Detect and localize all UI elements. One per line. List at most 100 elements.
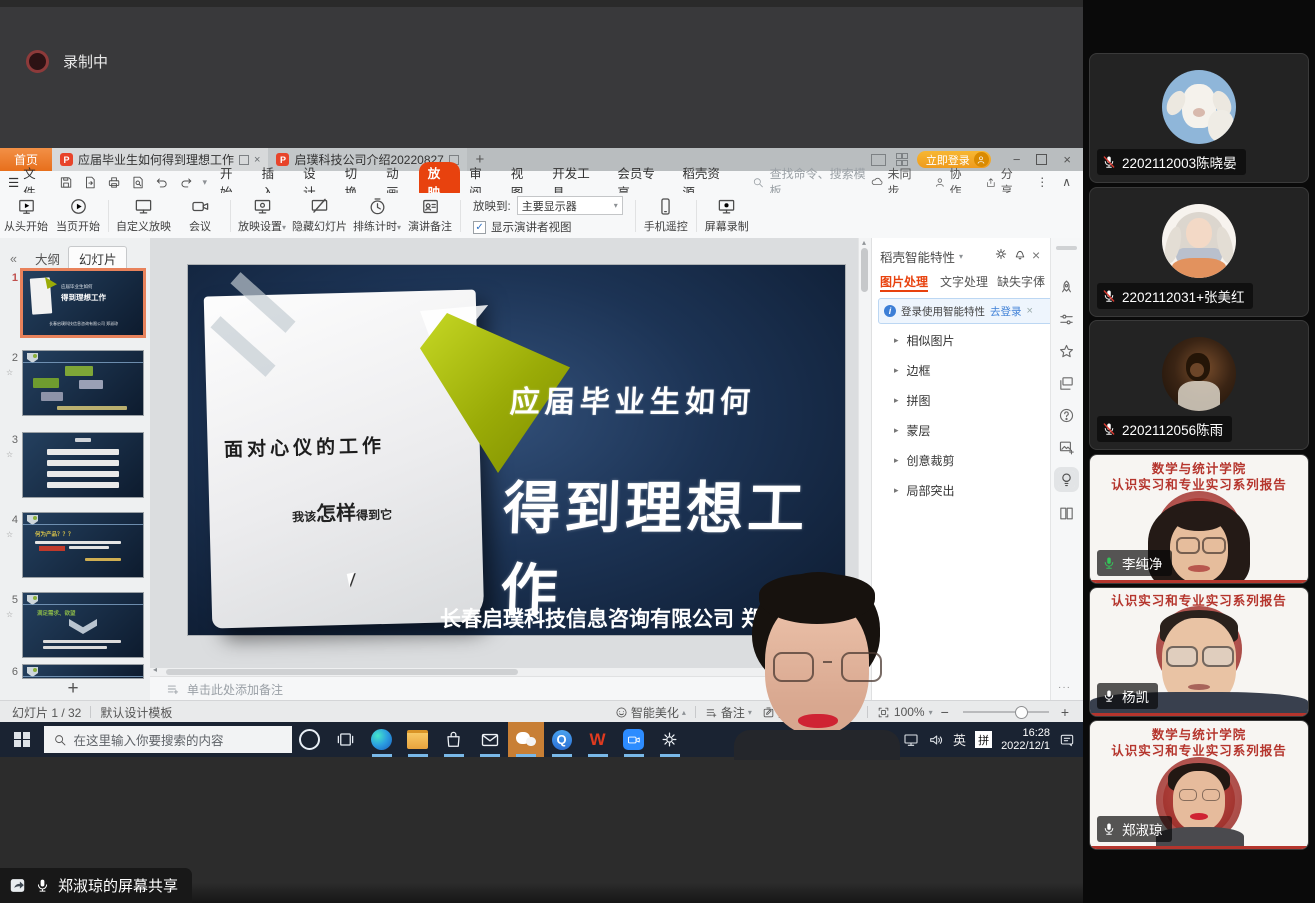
- export-icon[interactable]: [83, 175, 97, 190]
- collapse-panel-button[interactable]: «: [0, 252, 27, 266]
- presenter-view-checkbox[interactable]: ✓: [473, 221, 486, 234]
- taskbar-search-input[interactable]: 在这里输入你要搜索的内容: [44, 726, 292, 753]
- redo-icon[interactable]: [179, 175, 193, 190]
- image-edit-icon[interactable]: [1058, 439, 1075, 456]
- scroll-up-icon[interactable]: ▴: [862, 238, 866, 247]
- maximize-button[interactable]: [1036, 154, 1047, 165]
- store-bag-icon: [444, 730, 463, 749]
- taskbar-mail[interactable]: [472, 722, 508, 757]
- slide-thumbnail-5[interactable]: 满足需求、欲望: [22, 592, 144, 658]
- scroll-left-icon[interactable]: ◂: [153, 665, 157, 674]
- sliders-icon[interactable]: [1058, 311, 1075, 328]
- zoom-out-button[interactable]: −: [941, 704, 949, 720]
- layers-icon[interactable]: [1058, 375, 1075, 392]
- template-name[interactable]: 默认设计模板: [100, 704, 172, 721]
- star-icon[interactable]: [1058, 343, 1075, 360]
- zoom-in-button[interactable]: +: [1061, 704, 1069, 720]
- clock[interactable]: 16:28 2022/12/1: [1001, 727, 1050, 753]
- participant-tile-4[interactable]: 数学与统计学院 认识实习和专业实习系列报告 李纯净: [1089, 454, 1309, 584]
- zoom-slider[interactable]: [963, 711, 1049, 713]
- speaker-notes-button[interactable]: 演讲备注: [404, 197, 456, 234]
- display-monitor-select[interactable]: 主要显示器 ▾: [517, 196, 623, 215]
- language-indicator[interactable]: 英: [953, 730, 966, 749]
- layout-switch-icon[interactable]: [871, 154, 886, 166]
- participant-tile-5[interactable]: 认识实习和专业实习系列报告 杨凯: [1089, 587, 1309, 717]
- show-settings-button[interactable]: 放映设置▾: [235, 197, 289, 234]
- from-start-button[interactable]: 从头开始: [0, 197, 52, 234]
- tab-image-processing-active[interactable]: 图片处理: [880, 273, 928, 290]
- taskbar-browser-q[interactable]: Q: [544, 722, 580, 757]
- zoom-slider-knob[interactable]: [1015, 706, 1028, 719]
- slide-thumbnail-6[interactable]: [22, 664, 144, 679]
- beautify-button[interactable]: 智能美化: [631, 704, 679, 721]
- rehearse-timing-button[interactable]: 排练计时▾: [350, 197, 404, 234]
- taskbar-wechat-active[interactable]: [508, 722, 544, 757]
- from-current-button[interactable]: 当页开始: [52, 197, 104, 234]
- taskbar-meeting-app[interactable]: [616, 722, 652, 757]
- smart-panel-title[interactable]: 稻壳智能特性 ▾: [880, 247, 963, 266]
- close-panel-icon[interactable]: ×: [1032, 247, 1040, 263]
- zoom-level[interactable]: 100%: [894, 705, 925, 719]
- slide-thumbnail-2[interactable]: [22, 350, 144, 416]
- participant-tile-3[interactable]: 2202112056陈雨: [1089, 320, 1309, 450]
- collapse-ribbon-icon[interactable]: ∧: [1062, 175, 1071, 189]
- participant-tile-6[interactable]: 数学与统计学院 认识实习和专业实习系列报告 郑淑琼: [1089, 720, 1309, 850]
- tab-slides-active[interactable]: 幻灯片: [68, 246, 128, 271]
- vertical-scroll-thumb[interactable]: [861, 248, 868, 292]
- screen-record-button[interactable]: 屏幕录制: [701, 197, 753, 234]
- hide-slide-button[interactable]: 隐藏幻灯片: [289, 197, 350, 234]
- rocket-icon[interactable]: [1058, 279, 1075, 296]
- panel-item-similar-images[interactable]: ▸ 相似图片: [894, 332, 955, 349]
- taskbar-wps[interactable]: W: [580, 722, 616, 757]
- quickbar-caret-icon[interactable]: ▾: [203, 177, 208, 188]
- participant-tile-2[interactable]: 2202112031+张美红: [1089, 187, 1309, 317]
- slide-thumbnail-4[interactable]: 何为产品？？？: [22, 512, 144, 578]
- wps-menu-bar: ☰ 文件 ▾ 开始 插入 设计 切换 动画 放映 审阅 视图 开发工具 会员专享…: [0, 171, 1083, 193]
- save-icon[interactable]: [59, 175, 73, 190]
- taskbar-store[interactable]: [436, 722, 472, 757]
- cortana-button[interactable]: [292, 722, 328, 757]
- book-icon[interactable]: [1058, 505, 1075, 522]
- cloud-icon: [871, 175, 884, 189]
- more-menu-icon[interactable]: ⋮: [1036, 175, 1048, 189]
- participant-name: 郑淑琼: [1122, 819, 1163, 839]
- panel-item-collage[interactable]: ▸ 拼图: [894, 392, 931, 409]
- slide-thumbnail-1-selected[interactable]: 应届毕业生如何 得到理想工作 长春启璞科技信息咨询有限公司 郑淑琼: [22, 270, 144, 336]
- panel-item-mask[interactable]: ▸ 蒙层: [894, 422, 931, 439]
- tab-text-processing[interactable]: 文字处理: [940, 273, 988, 290]
- meeting-button[interactable]: 会议: [174, 197, 226, 234]
- volume-icon[interactable]: [928, 732, 944, 748]
- participant-tile-1[interactable]: 2202112003陈晓晏: [1089, 53, 1309, 183]
- print-icon[interactable]: [107, 175, 121, 190]
- ime-indicator[interactable]: 拼: [975, 731, 992, 748]
- bulb-icon[interactable]: [1058, 471, 1075, 488]
- phone-remote-button[interactable]: 手机遥控: [640, 197, 692, 234]
- panel-menu-icon[interactable]: ≡: [1037, 271, 1045, 286]
- panel-item-local-highlight[interactable]: ▸ 局部突出: [894, 482, 955, 499]
- taskbar-explorer[interactable]: [400, 722, 436, 757]
- taskbar-edge[interactable]: [364, 722, 400, 757]
- tab-outline[interactable]: 大纲: [27, 249, 68, 268]
- start-button[interactable]: [14, 732, 30, 748]
- new-slide-button[interactable]: +: [58, 678, 88, 700]
- mic-muted-icon: [1102, 422, 1116, 436]
- panel-item-creative-crop[interactable]: ▸ 创意裁剪: [894, 452, 955, 469]
- strip-handle[interactable]: [1056, 246, 1077, 250]
- task-view-button[interactable]: [328, 722, 364, 757]
- horizontal-scroll-thumb[interactable]: [166, 669, 518, 675]
- bell-icon[interactable]: [1013, 247, 1027, 261]
- strip-more-icon[interactable]: ···: [1058, 682, 1071, 693]
- gear-icon[interactable]: [994, 247, 1008, 261]
- display-icon[interactable]: [903, 732, 919, 748]
- dismiss-banner-icon[interactable]: ×: [1027, 305, 1033, 317]
- undo-icon[interactable]: [155, 175, 169, 190]
- custom-show-button[interactable]: 自定义放映: [113, 197, 174, 234]
- taskbar-settings[interactable]: [652, 722, 688, 757]
- panel-item-borders[interactable]: ▸ 边框: [894, 362, 931, 379]
- slide-thumbnail-3[interactable]: [22, 432, 144, 498]
- participant-name: 李纯净: [1122, 553, 1163, 573]
- print-preview-icon[interactable]: [131, 175, 145, 190]
- help-icon[interactable]: [1058, 407, 1075, 424]
- go-login-link[interactable]: 去登录: [990, 304, 1022, 319]
- notification-center-icon[interactable]: [1059, 732, 1075, 748]
